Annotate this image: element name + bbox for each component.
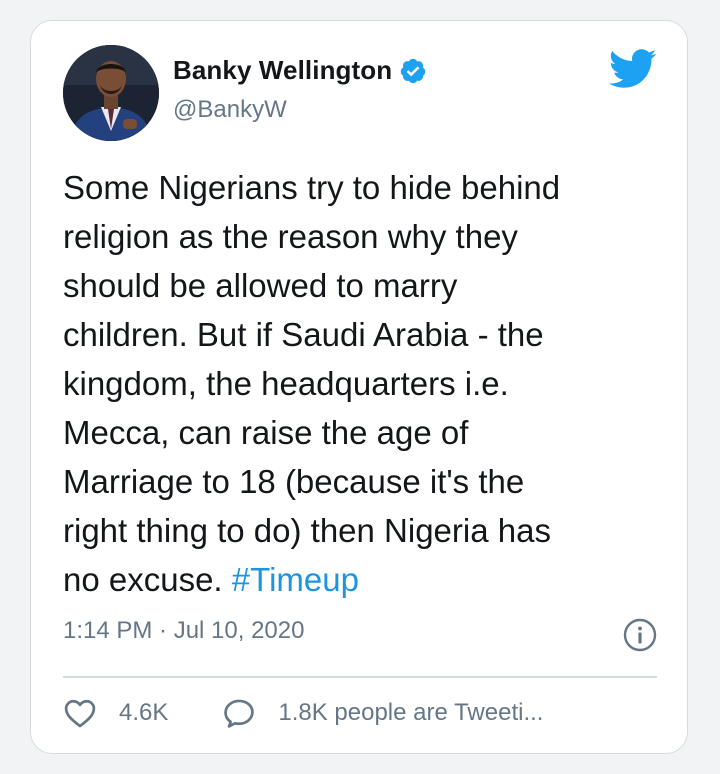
avatar[interactable] [63, 45, 159, 141]
divider [63, 676, 657, 678]
author-row[interactable]: Banky Wellington [173, 55, 427, 86]
hashtag-link[interactable]: #Timeup [232, 561, 359, 598]
heart-icon[interactable] [63, 697, 97, 729]
avatar-image [63, 45, 159, 141]
engagement-bar: 4.6K 1.8K people are Tweeti... [63, 697, 543, 729]
tweet-text: Some Nigerians try to hide behind religi… [63, 163, 663, 604]
like-count: 4.6K [119, 699, 169, 726]
like-action[interactable]: 4.6K [63, 697, 168, 729]
speech-bubble-icon[interactable] [222, 697, 256, 729]
author-handle[interactable]: @BankyW [173, 96, 287, 124]
info-icon[interactable] [623, 618, 657, 652]
author-name[interactable]: Banky Wellington [173, 55, 392, 86]
tweet-body: Some Nigerians try to hide behind religi… [63, 169, 561, 598]
tweet-card[interactable]: Banky Wellington @BankyW Some Nigerians … [30, 20, 688, 754]
conversation-count: 1.8K people are Tweeti... [278, 699, 544, 726]
verified-badge-icon [400, 58, 426, 83]
tweet-timestamp[interactable]: 1:14 PM · Jul 10, 2020 [63, 617, 304, 645]
conversation-action[interactable]: 1.8K people are Tweeti... [222, 697, 543, 729]
twitter-bird-icon[interactable] [609, 49, 657, 89]
